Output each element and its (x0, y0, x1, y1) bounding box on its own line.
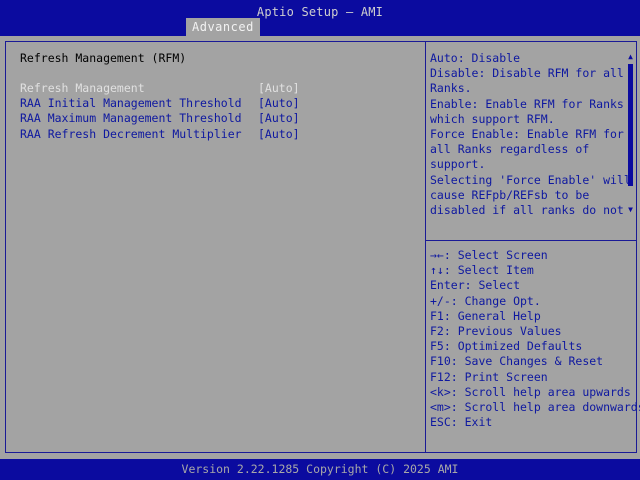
setting-raa-refresh-decrement-multiplier[interactable]: RAA Refresh Decrement Multiplier [Auto] (20, 127, 320, 142)
setting-value[interactable]: [Auto] (258, 111, 300, 126)
help-line: Selecting 'Force Enable' will (430, 172, 631, 187)
help-line: disabled if all ranks do not (430, 202, 624, 217)
key-help-line: +/-: Change Opt. (430, 293, 541, 308)
app-title: Aptio Setup – AMI (256, 5, 384, 19)
help-line: Auto: Disable (430, 51, 521, 65)
setting-raa-maximum-management-threshold[interactable]: RAA Maximum Management Threshold [Auto] (20, 111, 320, 126)
setting-raa-initial-management-threshold[interactable]: RAA Initial Management Threshold [Auto] (20, 96, 320, 111)
key-help-line: <m>: Scroll help area downwards (430, 399, 640, 414)
settings-list: Refresh Management [Auto] RAA Initial Ma… (20, 81, 320, 142)
key-help-line: F1: General Help (430, 308, 541, 323)
scrollbar-thumb[interactable] (628, 64, 633, 186)
setting-label: Refresh Management (20, 81, 145, 95)
setting-value[interactable]: [Auto] (258, 81, 300, 96)
help-line: Ranks. (430, 81, 472, 96)
scroll-up-arrow-icon[interactable]: ▲ (626, 52, 635, 62)
setting-value[interactable]: [Auto] (258, 96, 300, 111)
setting-value[interactable]: [Auto] (258, 127, 300, 142)
setting-label: RAA Initial Management Threshold (20, 96, 242, 111)
key-help-line: F2: Previous Values (430, 323, 562, 338)
help-line: which support RFM. (430, 111, 555, 126)
help-scrollbar[interactable]: ▲ ▼ (626, 52, 635, 215)
key-help-panel: →←: Select Screen ↑↓: Select Item Enter:… (430, 248, 640, 430)
help-line: support. (430, 157, 486, 172)
key-help-line: ↑↓: Select Item (430, 263, 534, 278)
vertical-divider (425, 42, 426, 452)
setting-refresh-management[interactable]: Refresh Management [Auto] (20, 81, 320, 96)
key-help-line: F5: Optimized Defaults (430, 339, 583, 354)
help-line: cause REFpb/REFsb to be (430, 187, 590, 202)
key-help-line: <k>: Scroll help area upwards (430, 384, 631, 399)
key-help-line: Enter: Select (430, 278, 521, 293)
key-help-line: →←: Select Screen (430, 248, 548, 262)
scrollbar-track[interactable] (628, 64, 633, 204)
section-title: Refresh Management (RFM) (20, 51, 187, 65)
key-help-line: F12: Print Screen (430, 369, 548, 384)
key-help-line: F10: Save Changes & Reset (430, 354, 604, 369)
tab-advanced[interactable]: Advanced (186, 18, 260, 36)
version-text: Version 2.22.1285 Copyright (C) 2025 AMI (181, 462, 459, 476)
help-line: Force Enable: Enable RFM for (430, 126, 624, 141)
title-bar: Aptio Setup – AMI Advanced (0, 0, 640, 36)
horizontal-divider (426, 240, 636, 241)
help-text-panel: Auto: Disable Disable: Disable RFM for a… (430, 51, 631, 218)
help-line: Disable: Disable RFM for all (430, 66, 624, 81)
setting-label: RAA Refresh Decrement Multiplier (20, 126, 242, 141)
key-help-line: ESC: Exit (430, 415, 493, 430)
footer-bar: Version 2.22.1285 Copyright (C) 2025 AMI (0, 459, 640, 480)
help-line: Enable: Enable RFM for Ranks (430, 96, 624, 111)
setting-label: RAA Maximum Management Threshold (20, 111, 242, 126)
help-line: all Ranks regardless of (430, 142, 590, 157)
scroll-down-arrow-icon[interactable]: ▼ (626, 205, 635, 215)
